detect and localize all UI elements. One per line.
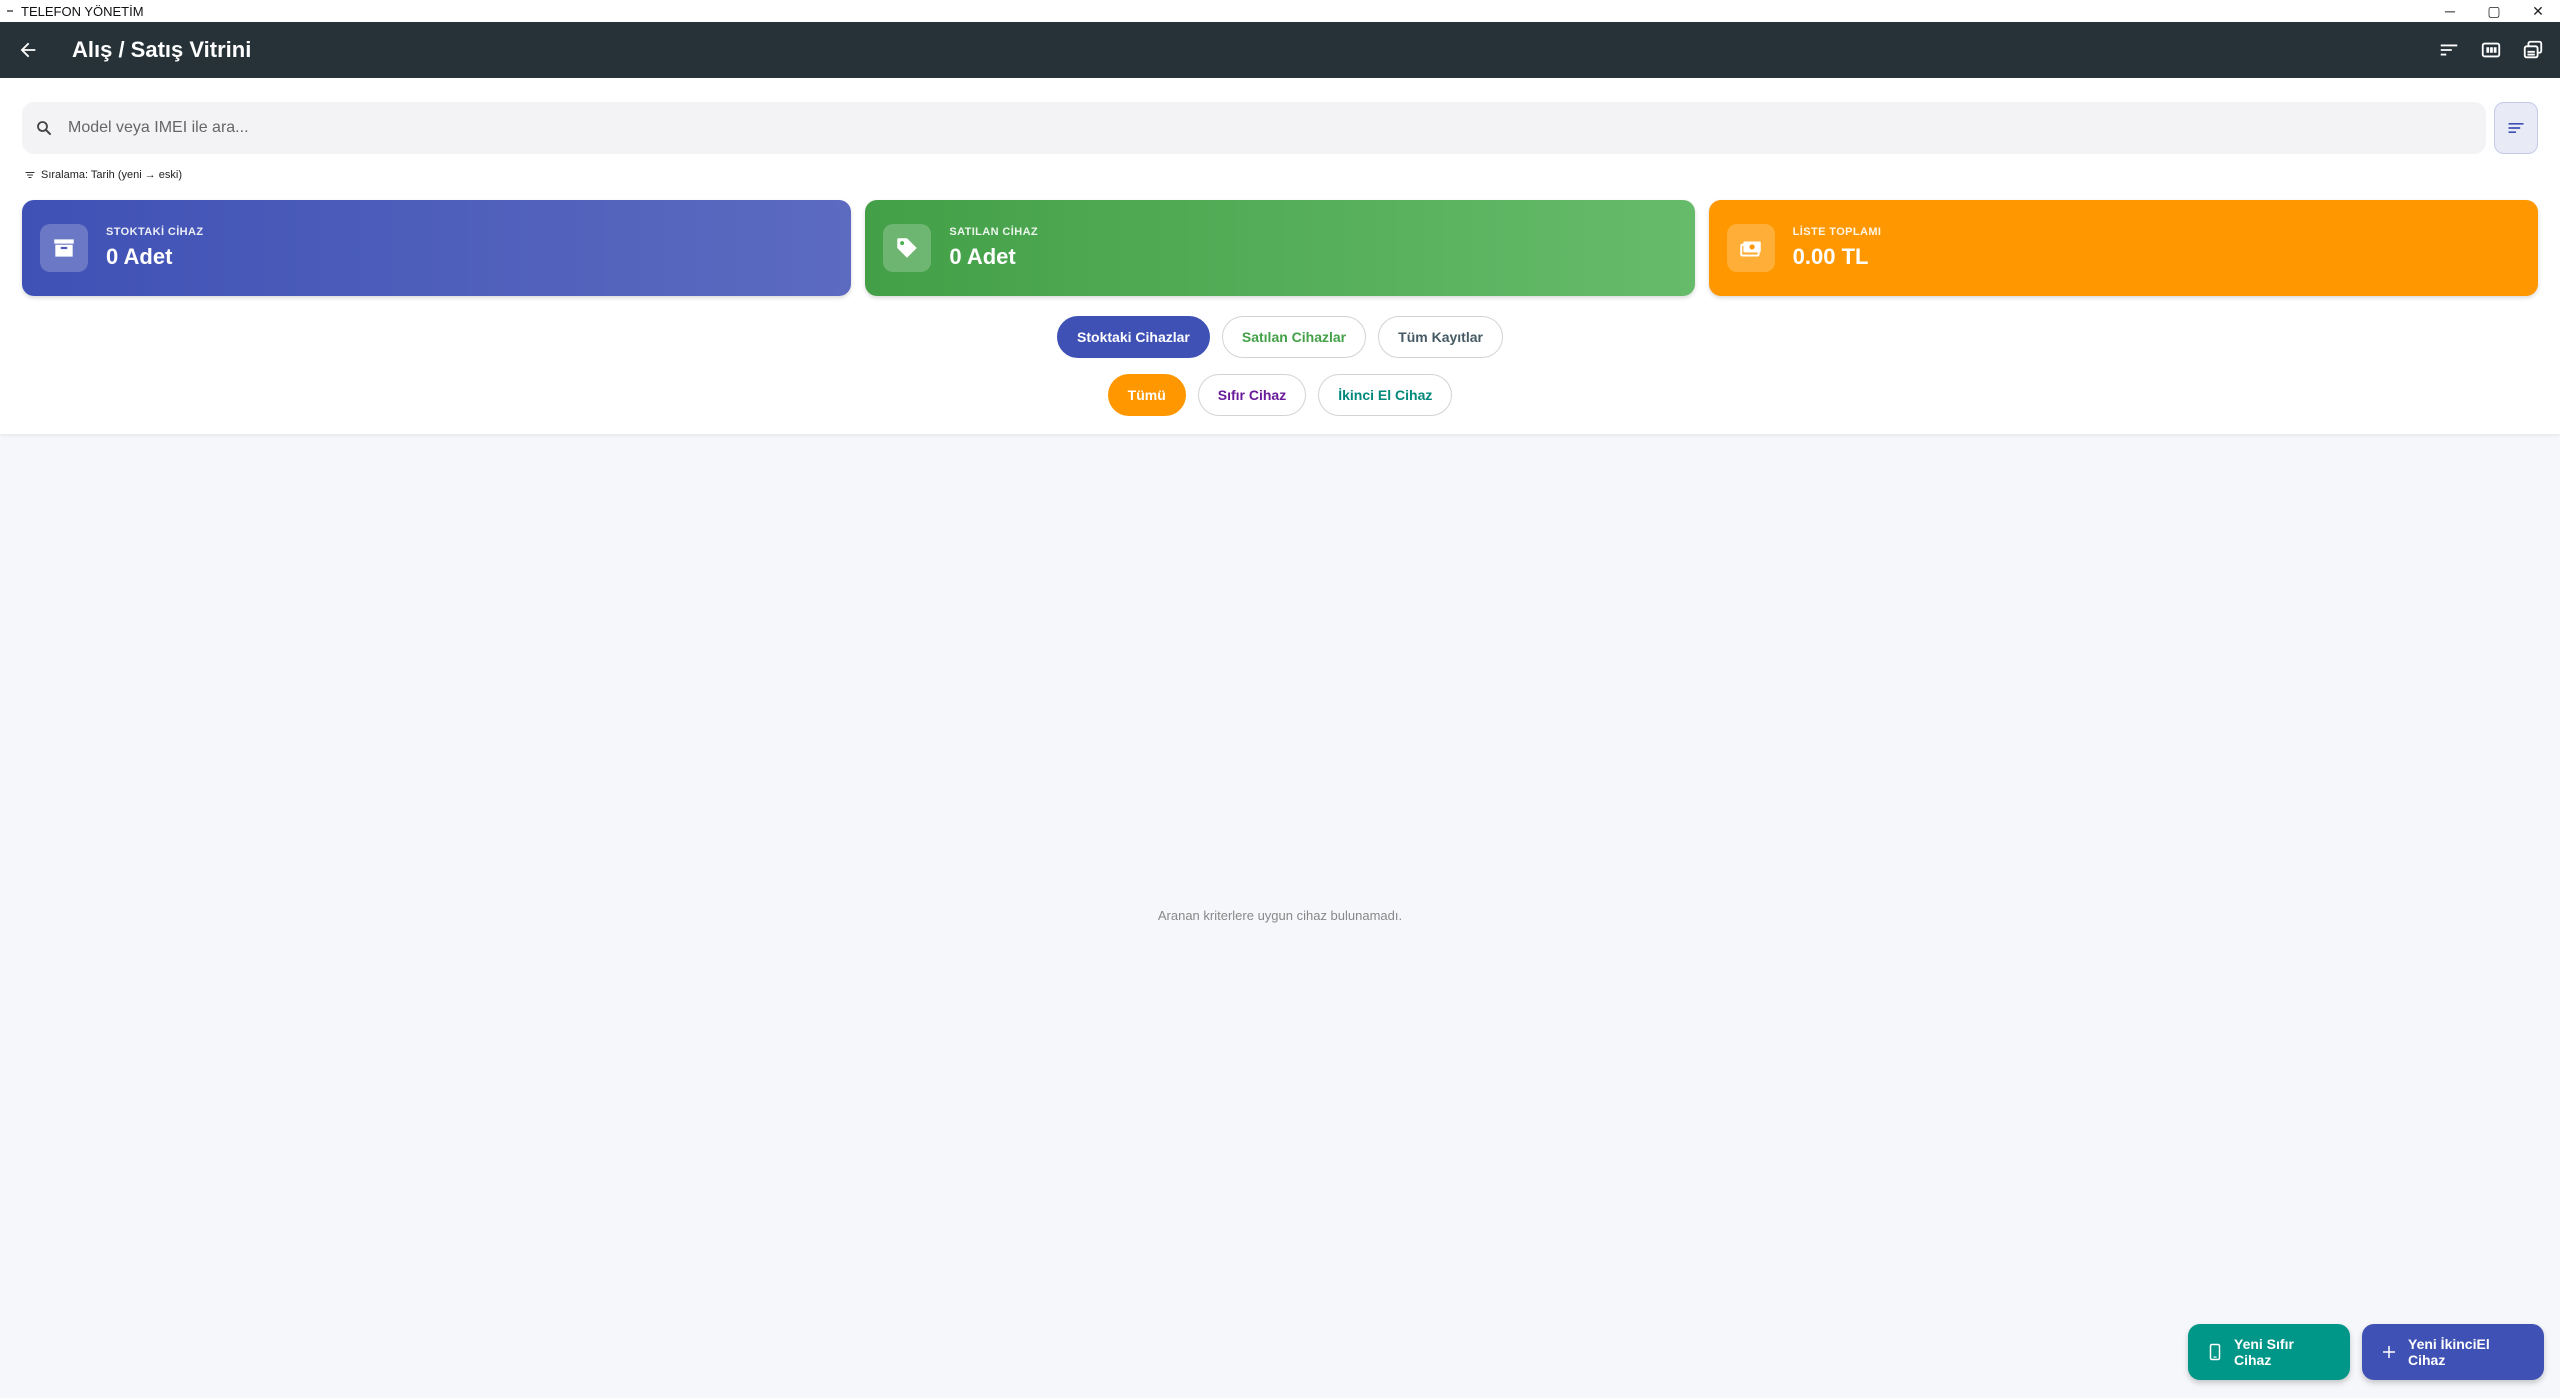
chip-sold-devices[interactable]: Satılan Cihazlar	[1221, 316, 1367, 358]
chip-all-records[interactable]: Tüm Kayıtlar	[1378, 316, 1503, 358]
maximize-button[interactable]: ▢	[2472, 0, 2516, 22]
chip-used-device[interactable]: İkinci El Cihaz	[1318, 374, 1453, 416]
new-used-device-button[interactable]: Yeni İkinciEl Cihaz	[2362, 1324, 2544, 1380]
sort-button[interactable]	[2428, 29, 2470, 71]
card-label: SATILAN CİHAZ	[949, 226, 1039, 238]
card-value: 0.00 TL	[1792, 244, 1869, 269]
gallery-icon	[2481, 42, 2501, 58]
stock-count-card: STOKTAKİ CİHAZ 0 Adet	[22, 200, 852, 296]
window-controls: ─ ▢ ✕	[2428, 0, 2560, 22]
multi-window-button[interactable]	[2512, 29, 2554, 71]
filter-lines-icon	[2508, 123, 2524, 133]
chip-stock-devices[interactable]: Stoktaki Cihazlar	[1057, 316, 1210, 358]
back-arrow-icon	[20, 42, 36, 58]
back-button[interactable]	[0, 22, 56, 78]
appbar-actions	[2428, 22, 2554, 78]
money-icon	[1726, 224, 1775, 272]
tag-icon	[883, 224, 932, 272]
new-device-label: Yeni Sıfır Cihaz	[2234, 1336, 2294, 1368]
sort-indicator[interactable]: Sıralama: Tarih (yeni → eski)	[24, 166, 182, 184]
window-title-bar: TELEFON YÖNETİM ─ ▢ ✕	[0, 0, 2560, 22]
new-used-device-label: Yeni İkinciEl Cihaz	[2408, 1336, 2490, 1368]
sort-icon	[2440, 44, 2458, 56]
type-filter-row: Tümü Sıfır Cihaz İkinci El Cihaz	[0, 374, 2560, 416]
gallery-button[interactable]	[2470, 29, 2512, 71]
window-title: TELEFON YÖNETİM	[21, 3, 144, 19]
card-value: 0 Adet	[106, 244, 173, 269]
filter-button[interactable]	[2494, 102, 2538, 154]
new-device-button[interactable]: Yeni Sıfır Cihaz	[2188, 1324, 2350, 1380]
sold-count-card: SATILAN CİHAZ 0 Adet	[865, 200, 1695, 296]
chip-new-device[interactable]: Sıfır Cihaz	[1197, 374, 1307, 416]
card-label: LİSTE TOPLAMI	[1792, 226, 1882, 238]
smartphone-icon	[2206, 1343, 2224, 1361]
inventory-icon	[40, 224, 88, 272]
search-icon	[34, 118, 54, 138]
sort-small-icon	[24, 169, 36, 181]
minimize-button[interactable]: ─	[2428, 0, 2472, 22]
page-title: Alış / Satış Vitrini	[72, 37, 252, 62]
empty-state-message: Aranan kriterlere uygun cihaz bulunamadı…	[1157, 908, 1403, 923]
plus-icon	[2380, 1343, 2398, 1361]
search-input[interactable]	[68, 119, 2448, 137]
card-value: 0 Adet	[949, 244, 1016, 269]
multi-window-icon	[2523, 40, 2543, 59]
app-menu-icon[interactable]	[7, 10, 13, 12]
filter-panel: Sıralama: Tarih (yeni → eski) STOKTAKİ C…	[0, 78, 2560, 434]
sort-label: Sıralama: Tarih (yeni → eski)	[41, 169, 183, 181]
summary-cards: STOKTAKİ CİHAZ 0 Adet SATILAN CİHAZ 0 Ad…	[22, 200, 2538, 296]
card-label: STOKTAKİ CİHAZ	[106, 226, 204, 238]
chip-all[interactable]: Tümü	[1107, 374, 1186, 416]
search-bar	[22, 102, 2486, 154]
list-total-card: LİSTE TOPLAMI 0.00 TL	[1708, 200, 2538, 296]
close-button[interactable]: ✕	[2516, 0, 2560, 22]
app-bar: Alış / Satış Vitrini	[0, 22, 2560, 78]
status-filter-row: Stoktaki Cihazlar Satılan Cihazlar Tüm K…	[0, 316, 2560, 358]
